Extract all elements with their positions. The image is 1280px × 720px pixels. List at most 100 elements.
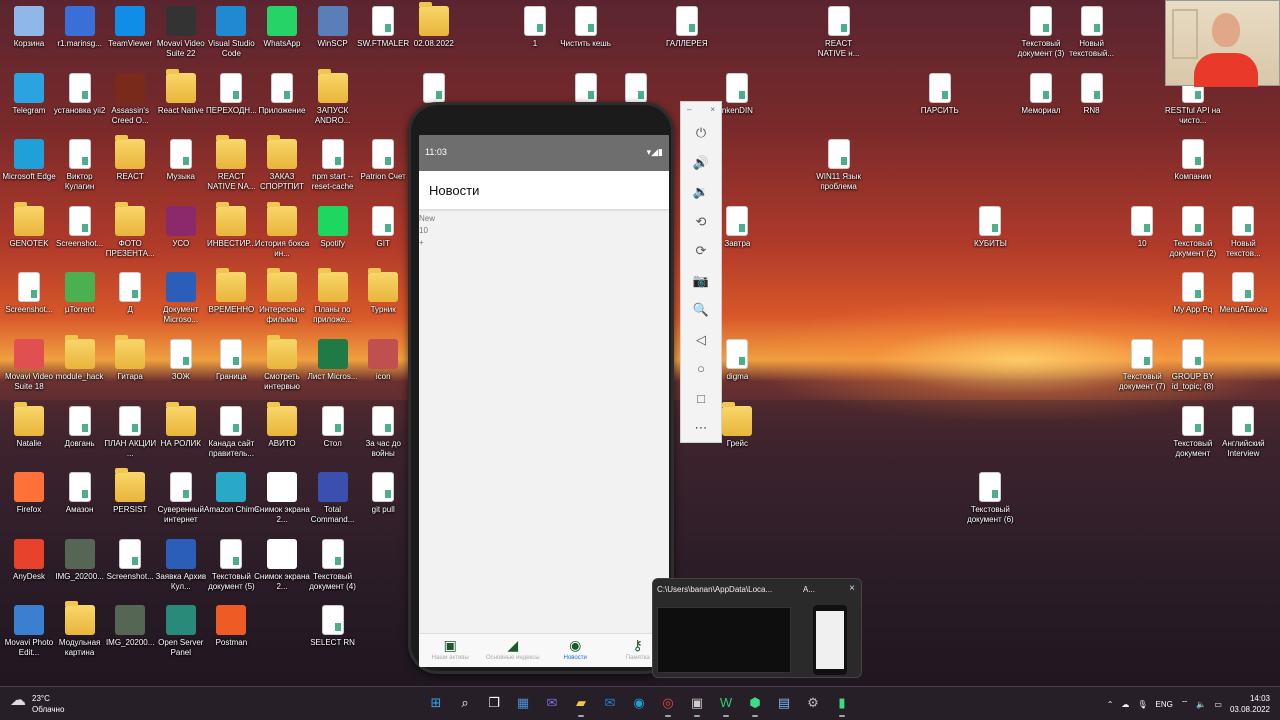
desktop-icon[interactable]: Firefox [1,466,57,532]
search-icon[interactable]: ⌕ [453,691,477,715]
file-explorer-icon[interactable]: ▰ [569,691,593,717]
app-window-icon[interactable]: ▣ [685,691,709,717]
minimize-button[interactable]: – [687,105,691,118]
desktop-icon[interactable]: Довгань [52,400,108,466]
desktop-icon[interactable]: Visual Studio Code [203,0,259,66]
power-icon[interactable]: ⏻ [681,118,721,148]
desktop-icon[interactable]: Screenshot... [52,200,108,266]
desktop-icon[interactable]: Screenshot... [102,533,158,599]
desktop-icon[interactable]: Компании [1165,133,1221,199]
emulator-icon[interactable]: ▮ [830,691,854,717]
desktop-icon[interactable]: Амазон [52,466,108,532]
desktop-icon[interactable]: Текстовый документ (4) [305,533,361,599]
desktop-icon[interactable]: GROUP BY id_topic; (8) [1165,333,1221,399]
more-icon[interactable]: ⋯ [681,413,721,443]
desktop-icon[interactable]: Текстовый документ (5) [203,533,259,599]
desktop-icon[interactable]: Новый текстов... [1215,200,1271,266]
desktop-icon[interactable]: 02.08.2022 [406,0,462,66]
clock[interactable]: 14:03 03.08.2022 [1230,693,1270,715]
zoom-icon[interactable]: 🔍 [681,295,721,325]
desktop-icon[interactable]: ГАЛЛЕРЕЯ [659,0,715,66]
desktop-icon[interactable]: 10 [1114,200,1170,266]
desktop-icon[interactable]: module_hack [52,333,108,399]
battery-icon[interactable]: ▭ [1214,700,1222,709]
android-studio-icon[interactable]: ⬢ [743,691,767,717]
desktop-icon[interactable]: Текстовый документ (7) [1114,333,1170,399]
desktop-icon[interactable]: ИНВЕСТИР... [203,200,259,266]
desktop-icon[interactable]: Текстовый документ (6) [962,466,1018,532]
desktop-icon[interactable]: git pull [355,466,411,532]
desktop-icon[interactable]: Д [102,266,158,332]
desktop-icon[interactable]: За час до войны [355,400,411,466]
desktop-icon[interactable]: 1 [507,0,563,66]
desktop-icon[interactable]: Турник [355,266,411,332]
desktop-icon[interactable]: Telegram [1,67,57,133]
volume-down-icon[interactable]: 🔉 [681,177,721,207]
task-view-icon[interactable]: ❐ [482,691,506,715]
desktop-icon[interactable]: npm start --reset-cache [305,133,361,199]
desktop-icon[interactable]: Канада сайт правитель... [203,400,259,466]
overview-icon[interactable]: □ [681,384,721,414]
desktop-icon[interactable]: Смотреть интервью [254,333,310,399]
desktop-icon[interactable]: Total Command... [305,466,361,532]
thumbnail-preview-console[interactable] [657,607,791,673]
microphone-icon[interactable]: 🎙 [1137,700,1147,709]
desktop-icon[interactable]: Документ Microso... [153,266,209,332]
desktop-icon[interactable]: WinSCP [305,0,361,66]
desktop-icon[interactable]: КУБИТЫ [962,200,1018,266]
desktop-icon[interactable]: УСО [153,200,209,266]
rotate-right-icon[interactable]: ⟳ [681,236,721,266]
desktop-icon[interactable]: Планы по приложе... [305,266,361,332]
desktop-icon[interactable]: ЗОЖ [153,333,209,399]
desktop-icon[interactable]: SW.FTMALER [355,0,411,66]
desktop-icon[interactable]: Музыка [153,133,209,199]
close-icon[interactable]: × [849,583,855,594]
desktop-icon[interactable]: Postman [203,599,259,665]
desktop-icon[interactable]: Заявка Архив Кул... [153,533,209,599]
widgets-icon[interactable]: ▦ [511,691,535,715]
chrome-icon[interactable]: ◎ [656,691,680,717]
tab-indices[interactable]: ◢ Основные индексы [482,634,545,667]
desktop-icon[interactable]: Assassin's Creed O... [102,67,158,133]
desktop-icon[interactable]: REACT NATIVE NA... [203,133,259,199]
rotate-left-icon[interactable]: ⟲ [681,207,721,237]
desktop-icon[interactable]: Natalie [1,400,57,466]
desktop-icon[interactable]: ЗАКАЗ СПОРТПИТ [254,133,310,199]
desktop-icon[interactable]: Текстовый документ (2) [1165,200,1221,266]
desktop-icon[interactable]: REACT NATIVE н... [811,0,867,66]
desktop-icon[interactable]: Screenshot... [1,266,57,332]
desktop-icon[interactable]: MenuATavola [1215,266,1271,332]
desktop-icon[interactable]: Виктор Кулагин [52,133,108,199]
desktop-icon[interactable]: Суверенный интернет [153,466,209,532]
edge-icon[interactable]: ◉ [627,691,651,715]
volume-up-icon[interactable]: 🔊 [681,148,721,178]
desktop-icon[interactable]: Снимок экрана 2... [254,533,310,599]
desktop-icon[interactable]: AnyDesk [1,533,57,599]
desktop-icon[interactable]: Microsoft Edge [1,133,57,199]
volume-icon[interactable]: 🔈 [1196,700,1206,709]
desktop-icon[interactable]: Гитара [102,333,158,399]
desktop-icon[interactable]: Movavi Video Suite 22 [153,0,209,66]
desktop-icon[interactable]: SELECT RN [305,599,361,665]
desktop-icon[interactable]: Spotify [305,200,361,266]
desktop-icon[interactable]: IMG_20200... [52,533,108,599]
start-icon[interactable]: ⊞ [424,691,448,715]
wifi-icon[interactable]: ⌔ [1181,699,1189,709]
desktop-icon[interactable]: PERSIST [102,466,158,532]
thumbnail-title-console[interactable]: C:\Users\banan\AppData\Loca... [657,585,793,594]
desktop-icon[interactable]: Новый текстовый... [1064,0,1120,66]
weather-widget[interactable]: ☁ 23°C Облачно [10,693,64,715]
language-indicator[interactable]: ENG [1156,700,1173,709]
desktop-icon[interactable]: TeamViewer [102,0,158,66]
desktop-icon[interactable]: r1.marinsg... [52,0,108,66]
desktop-icon[interactable]: Интересные фильмы [254,266,310,332]
desktop-icon[interactable]: Movavi Video Suite 18 [1,333,57,399]
tab-assets[interactable]: ▣ Наши активы [419,634,482,667]
desktop-icon[interactable]: µTorrent [52,266,108,332]
desktop-icon[interactable]: Мемориал [1013,67,1069,133]
desktop-icon[interactable]: IMG_20200... [102,599,158,665]
back-icon[interactable]: ◁ [681,325,721,355]
desktop-icon[interactable]: Снимок экрана 2... [254,466,310,532]
desktop-icon[interactable]: WhatsApp [254,0,310,66]
desktop-icon[interactable]: icon [355,333,411,399]
